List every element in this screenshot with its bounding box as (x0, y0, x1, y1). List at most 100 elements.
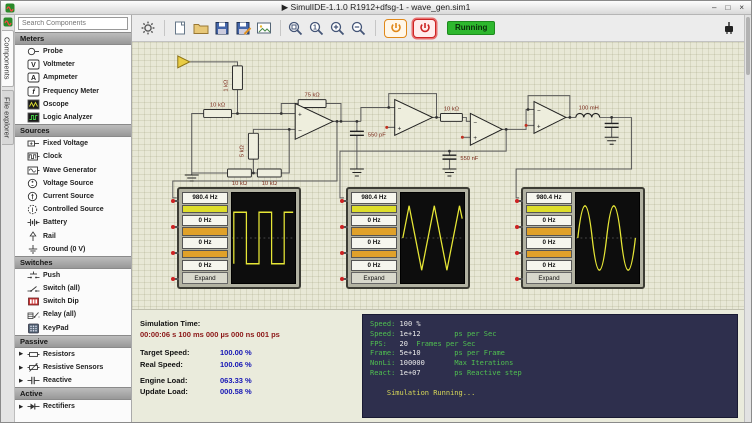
op-amps[interactable] (295, 100, 566, 146)
toolbar-separator (164, 20, 165, 36)
palette-section-sources[interactable]: Sources (15, 124, 131, 137)
palette-item-probe[interactable]: Probe (15, 45, 131, 58)
palette-item-rectifiers[interactable]: ▶Rectifiers (15, 400, 131, 413)
scope-frequency-display: 980.4 Hz (182, 192, 228, 204)
palette-section-switches[interactable]: Switches (15, 256, 131, 269)
palette-item-ampmeter[interactable]: AAmpmeter (15, 71, 131, 84)
save-icon (213, 20, 231, 36)
palette-item-rail[interactable]: Rail (15, 229, 131, 242)
palette-item-wave-generator[interactable]: Wave Generator (15, 164, 131, 177)
minimize-button[interactable]: – (712, 3, 716, 12)
window-controls: – □ × (712, 3, 751, 12)
scope-channel-button[interactable] (526, 227, 572, 236)
palette-item-fixed-voltage[interactable]: +Fixed Voltage (15, 137, 131, 150)
circuit-area[interactable]: +− −+ −+ −+ (132, 42, 744, 309)
titlebar[interactable]: ▶ SimulIDE-1.1.0 R1912+dfsg-1 - wave_gen… (1, 1, 751, 15)
palette-item-reactive[interactable]: ▶ Reactive (15, 374, 131, 387)
palette-item-keypad[interactable]: KeyPad (15, 322, 131, 335)
zoom-one-button[interactable]: 1 (307, 18, 327, 38)
palette-section-active[interactable]: Active (15, 387, 131, 400)
scope-pin-dot (515, 225, 519, 229)
capacitor-value: 550 pF (368, 132, 386, 138)
palette-item-label: Rail (43, 233, 56, 240)
pause-sim-button[interactable] (384, 19, 407, 38)
tab-file-explorer[interactable]: File explorer (2, 90, 14, 145)
expander-icon[interactable]: ▶ (18, 365, 24, 371)
palette-item-switch-all[interactable]: Switch (all) (15, 282, 131, 295)
vertical-scrollbar[interactable] (744, 15, 751, 422)
palette-item-voltage-source[interactable]: Voltage Source (15, 177, 131, 190)
palette-item-clock[interactable]: Clock (15, 150, 131, 163)
palette-item-logic-analyzer[interactable]: Logic Analyzer (15, 111, 131, 124)
palette-section-passive[interactable]: Passive (15, 335, 131, 348)
palette-item-switch-dip[interactable]: Switch Dip (15, 295, 131, 308)
image-icon (255, 20, 273, 36)
palette-item-voltmeter[interactable]: VVoltmeter (15, 58, 131, 71)
search-components-input[interactable] (18, 17, 128, 30)
scope-frequency-display: 980.4 Hz (351, 192, 397, 204)
scope-expand-button[interactable]: Expand (526, 272, 572, 284)
oscilloscope-1[interactable]: 980.4 Hz0 Hz0 Hz0 HzExpand (177, 187, 301, 289)
resistor-value: 10 kΩ (210, 103, 226, 109)
zoom-in-button[interactable] (328, 18, 348, 38)
oscilloscope-2[interactable]: 980.4 Hz0 Hz0 Hz0 HzExpand (346, 187, 470, 289)
palette-item-resistive-sensors[interactable]: ▶Resistive Sensors (15, 361, 131, 374)
oscilloscope-3[interactable]: 980.4 Hz0 Hz0 Hz0 HzExpand (521, 187, 645, 289)
close-button[interactable]: × (739, 3, 744, 12)
scope-channel-button[interactable] (182, 205, 228, 214)
scope-pin-dot (340, 251, 344, 255)
palette-item-label: Ampmeter (43, 74, 78, 81)
scope-expand-button[interactable]: Expand (182, 272, 228, 284)
scope-channel-button[interactable] (351, 250, 397, 259)
zoom-out-button[interactable] (349, 18, 369, 38)
scope-channel-button[interactable] (182, 227, 228, 236)
scope-channel-button[interactable] (351, 227, 397, 236)
maximize-button[interactable]: □ (725, 3, 730, 12)
save-circuit-button[interactable] (212, 18, 232, 38)
components-panel: MetersProbeVVoltmeterAAmpmeterfFrequency… (15, 15, 132, 422)
open-circuit-button[interactable] (191, 18, 211, 38)
scope-channel-button[interactable] (182, 250, 228, 259)
new-circuit-button[interactable] (170, 18, 190, 38)
palette-section-meters[interactable]: Meters (15, 32, 131, 45)
svg-text:+: + (473, 135, 477, 142)
ground-icon (27, 244, 40, 255)
settings-button[interactable] (138, 18, 158, 38)
palette-item-controlled-source[interactable]: Controlled Source (15, 203, 131, 216)
palette-item-push[interactable]: Push (15, 269, 131, 282)
palette-item-ground-0-v[interactable]: Ground (0 V) (15, 243, 131, 256)
expander-icon[interactable]: ▶ (18, 351, 24, 357)
scope-pin-dot (171, 251, 175, 255)
palette-item-resistors[interactable]: ▶Resistors (15, 348, 131, 361)
export-image-button[interactable] (254, 18, 274, 38)
save-circuit-as-button[interactable] (233, 18, 253, 38)
expander-icon[interactable]: ▶ (18, 404, 24, 410)
tab-components[interactable]: Components (2, 30, 14, 87)
palette-item-oscope[interactable]: Oscope (15, 98, 131, 111)
inductor[interactable] (576, 113, 600, 117)
scope-pin-dot (340, 277, 344, 281)
push-icon (27, 270, 40, 281)
status-area: Simulation Time: 00:00:06 s 100 ms 000 µ… (132, 309, 744, 422)
scrollbar-thumb[interactable] (746, 17, 750, 75)
zoom-one-icon: 1 (308, 20, 326, 36)
scope-pin-dot (515, 199, 519, 203)
palette-item-label: Ground (0 V) (43, 246, 85, 253)
probe-icon (27, 46, 40, 57)
palette-item-relay-all[interactable]: Relay (all) (15, 308, 131, 321)
power-circuit-button[interactable] (413, 19, 436, 38)
sim-time-value: 00:00:06 s 100 ms 000 µs 000 ns 001 ps (140, 330, 360, 339)
scope-channel-button[interactable] (526, 250, 572, 259)
expander-icon[interactable]: ▶ (18, 378, 24, 384)
scope-expand-button[interactable]: Expand (351, 272, 397, 284)
scope-channel-button[interactable] (351, 205, 397, 214)
palette-item-battery[interactable]: Battery (15, 216, 131, 229)
zoom-fit-button[interactable] (286, 18, 306, 38)
palette-item-frequency-meter[interactable]: fFrequency Meter (15, 85, 131, 98)
output-node-marker[interactable] (178, 56, 190, 68)
scope-channel-value: 0 Hz (182, 237, 228, 249)
palette-item-label: Reactive (43, 377, 72, 384)
panel-toggle-button[interactable] (719, 18, 739, 38)
scope-channel-button[interactable] (526, 205, 572, 214)
palette-item-current-source[interactable]: Current Source (15, 190, 131, 203)
